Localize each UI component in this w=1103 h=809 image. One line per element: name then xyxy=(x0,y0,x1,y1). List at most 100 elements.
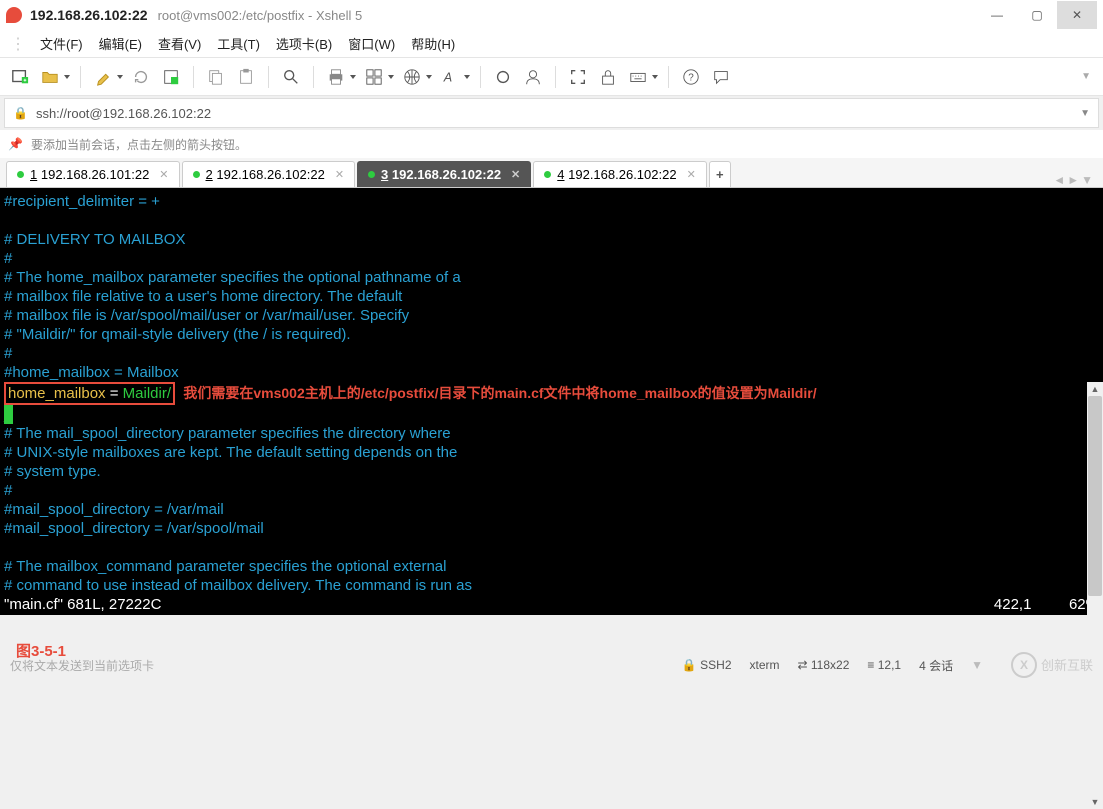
paste-button[interactable] xyxy=(232,63,260,91)
address-bar[interactable]: 🔒 ssh://root@192.168.26.102:22 ▼ xyxy=(4,98,1099,128)
status-term: xterm xyxy=(750,658,780,672)
address-text: ssh://root@192.168.26.102:22 xyxy=(36,106,1072,121)
tab-2[interactable]: 2 192.168.26.102:22✕ xyxy=(182,161,356,187)
annotation-text: 我们需要在vms002主机上的/etc/postfix/目录下的main.cf文… xyxy=(183,385,816,401)
tip-bar: 📌 要添加当前会话，点击左侧的箭头按钮。 xyxy=(0,130,1103,158)
layout-button[interactable] xyxy=(360,63,388,91)
tab-4[interactable]: 4 192.168.26.102:22✕ xyxy=(533,161,707,187)
keyboard-button[interactable] xyxy=(624,63,652,91)
status-size: ⇄ 118x22 xyxy=(798,658,850,672)
terminal-line: # The mailbox_command parameter specifie… xyxy=(4,557,1099,576)
open-button[interactable] xyxy=(36,63,64,91)
status-dot-icon xyxy=(544,171,551,178)
status-ssh: 🔒 SSH2 xyxy=(682,658,732,672)
terminal-line: # DELIVERY TO MAILBOX xyxy=(4,230,1099,249)
menu-tabs[interactable]: 选项卡(B) xyxy=(270,31,338,56)
toolbar-separator xyxy=(80,66,81,88)
status-cursor: ≡ 12,1 xyxy=(867,658,901,672)
menu-tools[interactable]: 工具(T) xyxy=(211,31,266,56)
font-button[interactable]: A xyxy=(436,63,464,91)
terminal-line: # xyxy=(4,344,1099,363)
chat-button[interactable] xyxy=(707,63,735,91)
close-tab-icon[interactable]: ✕ xyxy=(511,168,520,181)
svg-text:?: ? xyxy=(688,72,694,83)
terminal-line: # xyxy=(4,249,1099,268)
pin-icon[interactable]: 📌 xyxy=(8,137,23,151)
close-tab-icon[interactable]: ✕ xyxy=(159,168,168,181)
toolbar-separator xyxy=(268,66,269,88)
scrollbar[interactable]: ▲ ▼ xyxy=(1087,382,1103,809)
tab-list-icon[interactable]: ▼ xyxy=(1081,173,1093,187)
print-button[interactable] xyxy=(322,63,350,91)
tab-next-icon[interactable]: ► xyxy=(1067,173,1079,187)
terminal-line: #mail_spool_directory = /var/mail xyxy=(4,500,1099,519)
logo-icon: X xyxy=(1011,652,1037,678)
window-controls: — ▢ ✕ xyxy=(977,1,1097,29)
reconnect-button[interactable] xyxy=(127,63,155,91)
toolbar-separator xyxy=(555,66,556,88)
app-icon xyxy=(6,7,22,23)
terminal-line: #mail_spool_directory = /var/spool/mail xyxy=(4,519,1099,538)
menu-window[interactable]: 窗口(W) xyxy=(342,31,401,56)
scrollbar-thumb[interactable] xyxy=(1088,396,1102,596)
status-dot-icon xyxy=(17,171,24,178)
menu-help[interactable]: 帮助(H) xyxy=(405,31,461,56)
help-button[interactable]: ? xyxy=(677,63,705,91)
tip-text: 要添加当前会话，点击左侧的箭头按钮。 xyxy=(31,136,247,153)
close-button[interactable]: ✕ xyxy=(1057,1,1097,29)
status-bar: 仅将文本发送到当前选项卡 🔒 SSH2 xterm ⇄ 118x22 ≡ 12,… xyxy=(0,650,1103,680)
scrollbar-up-icon[interactable]: ▲ xyxy=(1087,382,1103,396)
terminal-line: # xyxy=(4,481,1099,500)
highlight-button[interactable] xyxy=(89,63,117,91)
lock-icon: 🔒 xyxy=(13,106,28,120)
copy-button[interactable] xyxy=(202,63,230,91)
close-tab-icon[interactable]: ✕ xyxy=(687,168,696,181)
svg-text:A: A xyxy=(443,70,452,84)
window-path: root@vms002:/etc/postfix - Xshell 5 xyxy=(158,8,363,23)
tab-prev-icon[interactable]: ◄ xyxy=(1053,173,1065,187)
toolbar-separator xyxy=(313,66,314,88)
vim-status-line: "main.cf" 681L, 27222C422,1 62% xyxy=(4,595,1099,614)
tab-3[interactable]: 3 192.168.26.102:22✕ xyxy=(357,161,531,187)
add-tab-button[interactable]: + xyxy=(709,161,731,187)
scrollbar-down-icon[interactable]: ▼ xyxy=(1087,795,1103,809)
terminal-highlighted-line: home_mailbox = Maildir/ 我们需要在vms002主机上的/… xyxy=(4,382,1099,405)
status-dot-icon xyxy=(368,171,375,178)
terminal-line: # command to use instead of mailbox deli… xyxy=(4,576,1099,595)
status-dot-icon xyxy=(193,171,200,178)
tab-1[interactable]: 1 192.168.26.101:22✕ xyxy=(6,161,180,187)
menu-file[interactable]: 文件(F) xyxy=(34,31,89,56)
fullscreen-button[interactable] xyxy=(564,63,592,91)
menubar-grip: ⋮ xyxy=(10,34,26,54)
status-dropdown-icon[interactable]: ▼ xyxy=(971,658,983,672)
terminal-line: # system type. xyxy=(4,462,1099,481)
terminal-line: # UNIX-style mailboxes are kept. The def… xyxy=(4,443,1099,462)
terminal[interactable]: #recipient_delimiter = + # DELIVERY TO M… xyxy=(0,188,1103,615)
close-tab-icon[interactable]: ✕ xyxy=(335,168,344,181)
tab-strip: 1 192.168.26.101:22✕ 2 192.168.26.102:22… xyxy=(0,158,1103,188)
toolbar-separator xyxy=(668,66,669,88)
watermark-logo: X 创新互联 xyxy=(1011,652,1093,678)
address-dropdown-icon[interactable]: ▼ xyxy=(1080,108,1090,119)
titlebar: 192.168.26.102:22 root@vms002:/etc/postf… xyxy=(0,0,1103,30)
user-button[interactable] xyxy=(519,63,547,91)
terminal-cursor: _ xyxy=(4,405,13,424)
toolbar-overflow-icon[interactable]: ▼ xyxy=(1081,71,1097,82)
new-session-button[interactable] xyxy=(6,63,34,91)
tab-nav: ◄ ► ▼ xyxy=(1053,173,1097,187)
terminal-line: #recipient_delimiter = + xyxy=(4,192,1099,211)
menubar: ⋮ 文件(F) 编辑(E) 查看(V) 工具(T) 选项卡(B) 窗口(W) 帮… xyxy=(0,30,1103,58)
menu-edit[interactable]: 编辑(E) xyxy=(93,31,148,56)
toolbar-separator xyxy=(193,66,194,88)
find-button[interactable] xyxy=(277,63,305,91)
menu-view[interactable]: 查看(V) xyxy=(152,31,207,56)
refresh-button[interactable] xyxy=(489,63,517,91)
globe-button[interactable] xyxy=(398,63,426,91)
terminal-line: #home_mailbox = Mailbox xyxy=(4,363,1099,382)
lock-button[interactable] xyxy=(594,63,622,91)
status-message: 仅将文本发送到当前选项卡 xyxy=(10,657,154,674)
maximize-button[interactable]: ▢ xyxy=(1017,1,1057,29)
minimize-button[interactable]: — xyxy=(977,1,1017,29)
terminal-line: # The home_mailbox parameter specifies t… xyxy=(4,268,1099,287)
properties-button[interactable] xyxy=(157,63,185,91)
